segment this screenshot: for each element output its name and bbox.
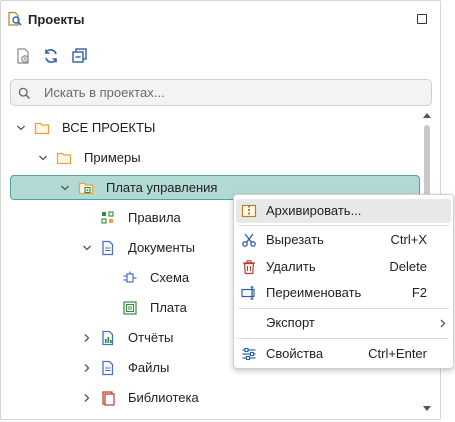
menu-item-label: Вырезать	[266, 232, 324, 247]
menu-separator	[238, 225, 449, 226]
trash-icon	[243, 260, 255, 275]
files-icon	[102, 360, 114, 376]
menu-item-label: Переименовать	[266, 285, 362, 300]
tree-item-label: Файлы	[128, 360, 170, 375]
chevron-down-icon[interactable]	[60, 183, 70, 193]
open-project-icon[interactable]	[15, 47, 35, 67]
chevron-down-icon[interactable]	[38, 153, 48, 163]
menu-item-rename[interactable]: Переименовать F2	[236, 281, 451, 305]
tree-item-label: Библиотека	[128, 390, 199, 405]
menu-item-shortcut: F2	[411, 285, 427, 300]
menu-item-export[interactable]: Экспорт	[236, 311, 451, 335]
menu-separator	[238, 308, 449, 309]
library-icon	[102, 391, 115, 406]
tree-item-label: Примеры	[84, 150, 141, 165]
panel-title: Проекты	[28, 12, 85, 27]
chevron-right-icon[interactable]	[82, 393, 92, 403]
menu-item-shortcut: Ctrl+X	[390, 232, 427, 247]
rename-icon	[241, 286, 255, 300]
menu-item-label: Архивировать...	[266, 203, 362, 218]
tree-item-examples[interactable]: Примеры	[1, 147, 416, 169]
collapse-all-icon[interactable]	[71, 47, 91, 67]
rules-icon	[101, 211, 114, 224]
search-input[interactable]	[44, 83, 424, 102]
search-icon	[18, 87, 30, 99]
pcb-icon	[123, 301, 137, 315]
menu-item-label: Свойства	[266, 346, 324, 361]
menu-separator	[238, 338, 449, 339]
folder-icon	[34, 122, 50, 135]
chevron-down-icon[interactable]	[16, 123, 26, 133]
menu-item-cut[interactable]: Вырезать Ctrl+X	[236, 228, 451, 252]
menu-item-shortcut: Delete	[389, 259, 427, 274]
project-search-icon	[7, 11, 23, 30]
maximize-panel-button[interactable]	[417, 14, 427, 24]
schematic-icon	[123, 271, 137, 283]
tree-item-label: Схема	[150, 270, 190, 285]
tree-item-label: Документы	[128, 240, 196, 255]
menu-item-archive[interactable]: Архивировать...	[236, 199, 451, 223]
chevron-right-icon	[440, 319, 446, 328]
refresh-icon[interactable]	[42, 47, 62, 67]
tree-item-label: Правила	[128, 210, 181, 225]
documents-icon	[102, 240, 114, 256]
tree-item-label: ВСЕ ПРОЕКТЫ	[62, 120, 156, 135]
context-menu: Архивировать... Вырезать Ctrl+X Удалить …	[233, 194, 454, 369]
panel-header: Проекты	[1, 1, 440, 37]
menu-item-properties[interactable]: Свойства Ctrl+Enter	[236, 342, 451, 366]
menu-item-label: Удалить	[266, 259, 316, 274]
project-search	[10, 79, 432, 106]
tree-item-library[interactable]: Библиотека	[1, 387, 416, 409]
chevron-right-icon[interactable]	[82, 333, 92, 343]
menu-item-delete[interactable]: Удалить Delete	[236, 255, 451, 279]
tree-item-label: Плата управления	[106, 180, 218, 195]
menu-item-shortcut: Ctrl+Enter	[368, 346, 427, 361]
tree-item-label: Плата	[150, 300, 187, 315]
tree-item-label: Отчёты	[128, 330, 174, 345]
scroll-down-button[interactable]	[423, 406, 431, 411]
archive-icon	[241, 204, 257, 218]
chevron-down-icon[interactable]	[82, 243, 92, 253]
scissors-icon	[242, 233, 256, 247]
chevron-right-icon[interactable]	[82, 363, 92, 373]
reports-icon	[102, 330, 114, 346]
scroll-up-button[interactable]	[423, 113, 431, 118]
project-folder-icon	[78, 182, 94, 195]
folder-icon	[56, 152, 72, 165]
menu-item-label: Экспорт	[266, 315, 315, 330]
properties-icon	[242, 347, 256, 361]
tree-item-all-projects[interactable]: ВСЕ ПРОЕКТЫ	[1, 117, 416, 139]
